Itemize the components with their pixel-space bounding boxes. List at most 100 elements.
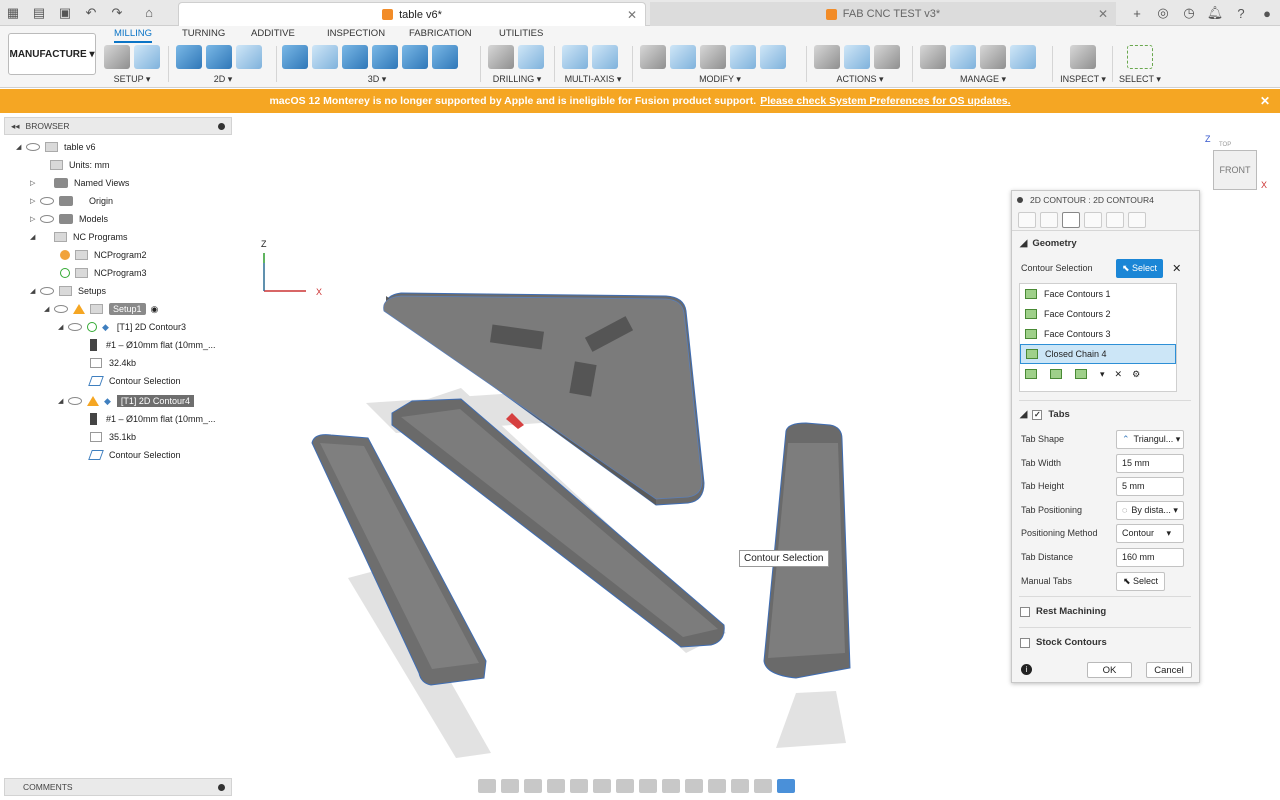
document-tab-fab[interactable]: FAB CNC TEST v3* ✕ (650, 2, 1116, 26)
pan-icon[interactable] (524, 779, 542, 793)
3d-scallop-icon[interactable] (402, 45, 428, 69)
expand-arrow-icon[interactable]: ◢ (58, 397, 68, 405)
expand-arrow-icon[interactable]: ▷ (30, 179, 40, 187)
tree-named-views[interactable]: ▷ Named Views (30, 175, 129, 191)
drilling-menu[interactable]: DRILLING ▾ (488, 74, 546, 85)
tab-linking[interactable] (1128, 211, 1146, 228)
stock-display-icon[interactable] (662, 779, 680, 793)
post-process-icon[interactable] (844, 45, 870, 69)
tabs-checkbox[interactable]: ✓ (1032, 409, 1043, 420)
expand-arrow-icon[interactable]: ◢ (30, 233, 40, 241)
app-grid-icon[interactable]: ▦ (0, 0, 26, 26)
tree-setups[interactable]: ◢ Setups (30, 283, 106, 299)
visibility-icon[interactable] (26, 143, 40, 151)
tree-contour-selection-2[interactable]: Contour Selection (88, 447, 181, 463)
tab-heights[interactable] (1084, 211, 1102, 228)
drill-icon[interactable] (488, 45, 514, 69)
list-item[interactable]: Face Contours 1 (1020, 284, 1176, 304)
notifications-icon[interactable]: 🔔︎ (1202, 0, 1228, 26)
tabs-section[interactable]: ◢ ✓ Tabs (1020, 409, 1070, 420)
browser-header[interactable]: ◂◂ BROWSER (4, 117, 232, 135)
close-icon[interactable]: ✕ (1260, 94, 1270, 108)
swarf-icon[interactable] (562, 45, 588, 69)
file-menu-icon[interactable]: ▤ (26, 0, 52, 26)
tree-units[interactable]: Units: mm (50, 157, 110, 173)
expand-arrow-icon[interactable]: ▷ (30, 197, 40, 205)
viewports-icon[interactable] (639, 779, 657, 793)
expand-arrow-icon[interactable]: ▷ (30, 215, 40, 223)
manage-menu[interactable]: MANAGE ▾ (920, 74, 1046, 85)
inspect-menu[interactable]: INSPECT ▾ (1060, 74, 1106, 85)
help-icon[interactable]: ? (1228, 0, 1254, 26)
multi-axis-contour-icon[interactable] (592, 45, 618, 69)
info-icon[interactable]: i (1021, 664, 1032, 675)
tree-origin[interactable]: ▷ Origin (30, 193, 113, 209)
2d-face-icon[interactable] (236, 45, 262, 69)
3d-menu[interactable]: 3D ▾ (282, 74, 472, 85)
active-setup-icon[interactable]: ◉ (151, 304, 159, 315)
ok-button[interactable]: OK (1087, 662, 1132, 678)
tree-contour3[interactable]: ◢ ◆ [T1] 2D Contour3 (58, 319, 186, 335)
tab-turning[interactable]: TURNING (182, 28, 225, 39)
visibility-icon[interactable] (68, 323, 82, 331)
extensions-icon[interactable]: ◎ (1150, 0, 1176, 26)
simulate-icon[interactable] (814, 45, 840, 69)
expand-arrow-icon[interactable]: ◢ (30, 287, 40, 295)
tab-passes[interactable] (1106, 211, 1124, 228)
close-icon[interactable]: ✕ (1098, 7, 1108, 21)
tab-width-input[interactable]: 15 mm (1116, 453, 1184, 473)
dialog-title[interactable]: 2D CONTOUR : 2D CONTOUR4 (1012, 191, 1199, 209)
tool-library-icon[interactable] (920, 45, 946, 69)
tree-setup1[interactable]: ◢ Setup1 ◉ (44, 301, 158, 317)
delete-icon[interactable] (670, 45, 696, 69)
tab-milling[interactable]: MILLING (114, 28, 153, 43)
hole-recognition-icon[interactable] (518, 45, 544, 69)
multi-axis-menu[interactable]: MULTI-AXIS ▾ (562, 74, 624, 85)
visibility-icon[interactable] (40, 287, 54, 295)
visibility-icon[interactable] (40, 215, 54, 223)
panel-pin-icon[interactable] (218, 122, 225, 130)
tab-positioning-select[interactable]: ◌ By dista... ▾ (1116, 500, 1184, 520)
tree-contour-selection-1[interactable]: Contour Selection (88, 373, 181, 389)
3d-adaptive-icon[interactable] (282, 45, 308, 69)
undo-icon[interactable]: ↶ (78, 0, 104, 26)
pattern-icon[interactable] (700, 45, 726, 69)
machine-library-icon[interactable] (950, 45, 976, 69)
tab-distance-input[interactable]: 160 mm (1116, 547, 1184, 567)
grid-settings-icon[interactable] (616, 779, 634, 793)
2d-adaptive-icon[interactable] (176, 45, 202, 69)
post-library-icon[interactable] (980, 45, 1006, 69)
workspace-switcher[interactable]: MANUFACTURE ▾ (8, 33, 96, 75)
tree-root[interactable]: ◢ table v6 (16, 139, 96, 155)
trim-icon[interactable] (640, 45, 666, 69)
3d-pocket-icon[interactable] (312, 45, 338, 69)
expand-arrow-icon[interactable]: ◢ (44, 305, 54, 313)
tool-display-icon[interactable] (754, 779, 772, 793)
look-at-icon[interactable] (501, 779, 519, 793)
tree-tool-1[interactable]: #1 – Ø10mm flat (10mm_... (90, 337, 216, 353)
tree-tool-2[interactable]: #1 – Ø10mm flat (10mm_... (90, 411, 216, 427)
tab-height-input[interactable]: 5 mm (1116, 476, 1184, 496)
measure-icon[interactable] (1070, 45, 1096, 69)
manual-nc-icon[interactable] (730, 45, 756, 69)
tab-utilities[interactable]: UTILITIES (499, 28, 543, 39)
list-item[interactable]: Face Contours 2 (1020, 304, 1176, 324)
document-tab-table[interactable]: table v6* ✕ (178, 2, 646, 26)
tab-tool[interactable] (1018, 211, 1036, 228)
expand-arrow-icon[interactable]: ◢ (16, 143, 26, 151)
list-item-selected[interactable]: Closed Chain 4 (1020, 344, 1176, 364)
orbit-icon[interactable] (478, 779, 496, 793)
tree-ncprogram2[interactable]: NCProgram2 (60, 247, 147, 263)
add-face-icon[interactable] (1025, 369, 1037, 379)
fit-icon[interactable] (570, 779, 588, 793)
collapse-icon[interactable]: ◂◂ (11, 121, 20, 132)
select-icon[interactable] (1127, 45, 1153, 69)
add-silhouette-icon[interactable] (1050, 369, 1062, 379)
actions-menu[interactable]: ACTIONS ▾ (814, 74, 906, 85)
panel-pin-icon[interactable] (218, 783, 225, 791)
viewcube-front-face[interactable]: FRONT (1213, 150, 1257, 190)
edit-icon[interactable] (760, 45, 786, 69)
3d-steep-icon[interactable] (342, 45, 368, 69)
tab-feeds[interactable] (1040, 211, 1058, 228)
redo-icon[interactable]: ↷ (104, 0, 130, 26)
